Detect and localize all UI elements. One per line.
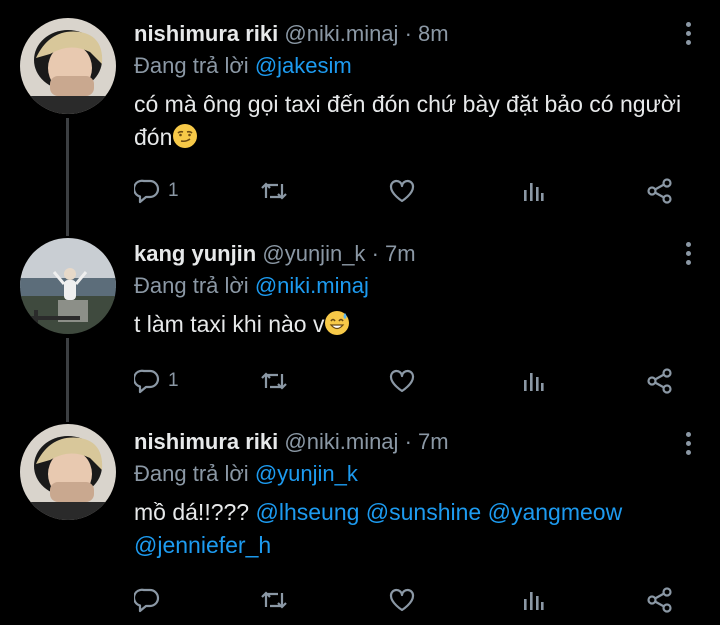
retweet-icon (261, 591, 287, 609)
avatar[interactable] (20, 238, 116, 334)
reply-icon (134, 179, 160, 204)
tweet-text: có mà ông gọi taxi đến đón chứ bày đặt b… (134, 88, 700, 154)
mention-link[interactable]: @yangmeow (488, 499, 623, 525)
reply-button[interactable] (134, 585, 168, 615)
more-icon[interactable] (686, 242, 692, 269)
share-button[interactable] (646, 366, 674, 396)
timestamp[interactable]: 8m (418, 21, 449, 46)
display-name[interactable]: nishimura riki (134, 21, 278, 46)
action-bar (134, 585, 700, 615)
action-bar: 1 (134, 366, 700, 396)
tweet-text: mồ dá!!??? @lhseung @sunshine @yangmeow … (134, 496, 700, 562)
mention-link[interactable]: @lhseung (255, 499, 359, 525)
reply-to-mention[interactable]: @jakesim (255, 53, 352, 78)
retweet-icon (261, 182, 287, 200)
tweet-content: nishimura riki @niki.minaj · 8m Đang trả… (134, 20, 700, 154)
timestamp[interactable]: 7m (418, 429, 449, 454)
tweet-header: nishimura riki @niki.minaj · 7m (134, 428, 700, 456)
analytics-button[interactable] (520, 176, 546, 206)
analytics-button[interactable] (520, 585, 546, 615)
reply-count: 1 (168, 370, 179, 391)
share-button[interactable] (646, 176, 674, 206)
tweet[interactable]: nishimura riki @niki.minaj · 7m Đang trả… (0, 410, 720, 625)
handle[interactable]: @niki.minaj (284, 429, 398, 454)
like-icon (389, 179, 415, 203)
tweet-text-body: mồ dá!!??? (134, 499, 250, 525)
separator: · (404, 21, 412, 46)
handle[interactable]: @niki.minaj (284, 21, 398, 46)
reply-to-mention[interactable]: @yunjin_k (255, 461, 358, 486)
tweet[interactable]: nishimura riki @niki.minaj · 8m Đang trả… (0, 0, 720, 220)
share-icon (647, 368, 672, 394)
retweet-button[interactable] (260, 176, 288, 206)
display-name[interactable]: nishimura riki (134, 429, 278, 454)
share-icon (647, 178, 672, 204)
tweet-header: kang yunjin @yunjin_k · 7m (134, 240, 700, 268)
tweet-header: nishimura riki @niki.minaj · 8m (134, 20, 700, 48)
reply-button[interactable]: 1 (134, 176, 179, 206)
reply-icon (134, 369, 160, 394)
tweet-content: kang yunjin @yunjin_k · 7m Đang trả lời … (134, 240, 700, 341)
reply-context: Đang trả lời @niki.minaj (134, 272, 700, 300)
sweat-smile-emoji (325, 311, 350, 335)
more-icon[interactable] (686, 22, 692, 49)
mention-link[interactable]: @sunshine (366, 499, 481, 525)
analytics-icon (524, 183, 544, 201)
reply-prefix: Đang trả lời (134, 53, 249, 78)
smirk-emoji (173, 124, 198, 148)
avatar[interactable] (20, 18, 116, 114)
analytics-button[interactable] (520, 366, 546, 396)
analytics-icon (524, 592, 544, 610)
retweet-button[interactable] (260, 366, 288, 396)
reply-prefix: Đang trả lời (134, 273, 249, 298)
separator: · (404, 429, 412, 454)
share-icon (647, 587, 672, 613)
reply-icon (134, 588, 160, 613)
like-button[interactable] (388, 176, 416, 206)
separator: · (371, 241, 379, 266)
like-icon (389, 369, 415, 393)
like-button[interactable] (388, 366, 416, 396)
more-icon[interactable] (686, 432, 692, 459)
retweet-icon (261, 372, 287, 390)
display-name[interactable]: kang yunjin (134, 241, 256, 266)
timestamp[interactable]: 7m (385, 241, 416, 266)
avatar[interactable] (20, 424, 116, 520)
like-button[interactable] (388, 585, 416, 615)
tweet-text: t làm taxi khi nào v (134, 308, 700, 341)
handle[interactable]: @yunjin_k (262, 241, 365, 266)
reply-context: Đang trả lời @yunjin_k (134, 460, 700, 488)
reply-count: 1 (168, 180, 179, 201)
action-bar: 1 (134, 176, 700, 206)
reply-to-mention[interactable]: @niki.minaj (255, 273, 369, 298)
tweet-text-body: có mà ông gọi taxi đến đón chứ bày đặt b… (134, 91, 682, 150)
tweet[interactable]: kang yunjin @yunjin_k · 7m Đang trả lời … (0, 220, 720, 410)
like-icon (389, 588, 415, 612)
reply-prefix: Đang trả lời (134, 461, 249, 486)
tweet-content: nishimura riki @niki.minaj · 7m Đang trả… (134, 428, 700, 562)
mention-link[interactable]: @jenniefer_h (134, 532, 271, 558)
retweet-button[interactable] (260, 585, 288, 615)
analytics-icon (524, 373, 544, 391)
reply-context: Đang trả lời @jakesim (134, 52, 700, 80)
reply-button[interactable]: 1 (134, 366, 179, 396)
tweet-text-body: t làm taxi khi nào v (134, 311, 325, 337)
share-button[interactable] (646, 585, 674, 615)
